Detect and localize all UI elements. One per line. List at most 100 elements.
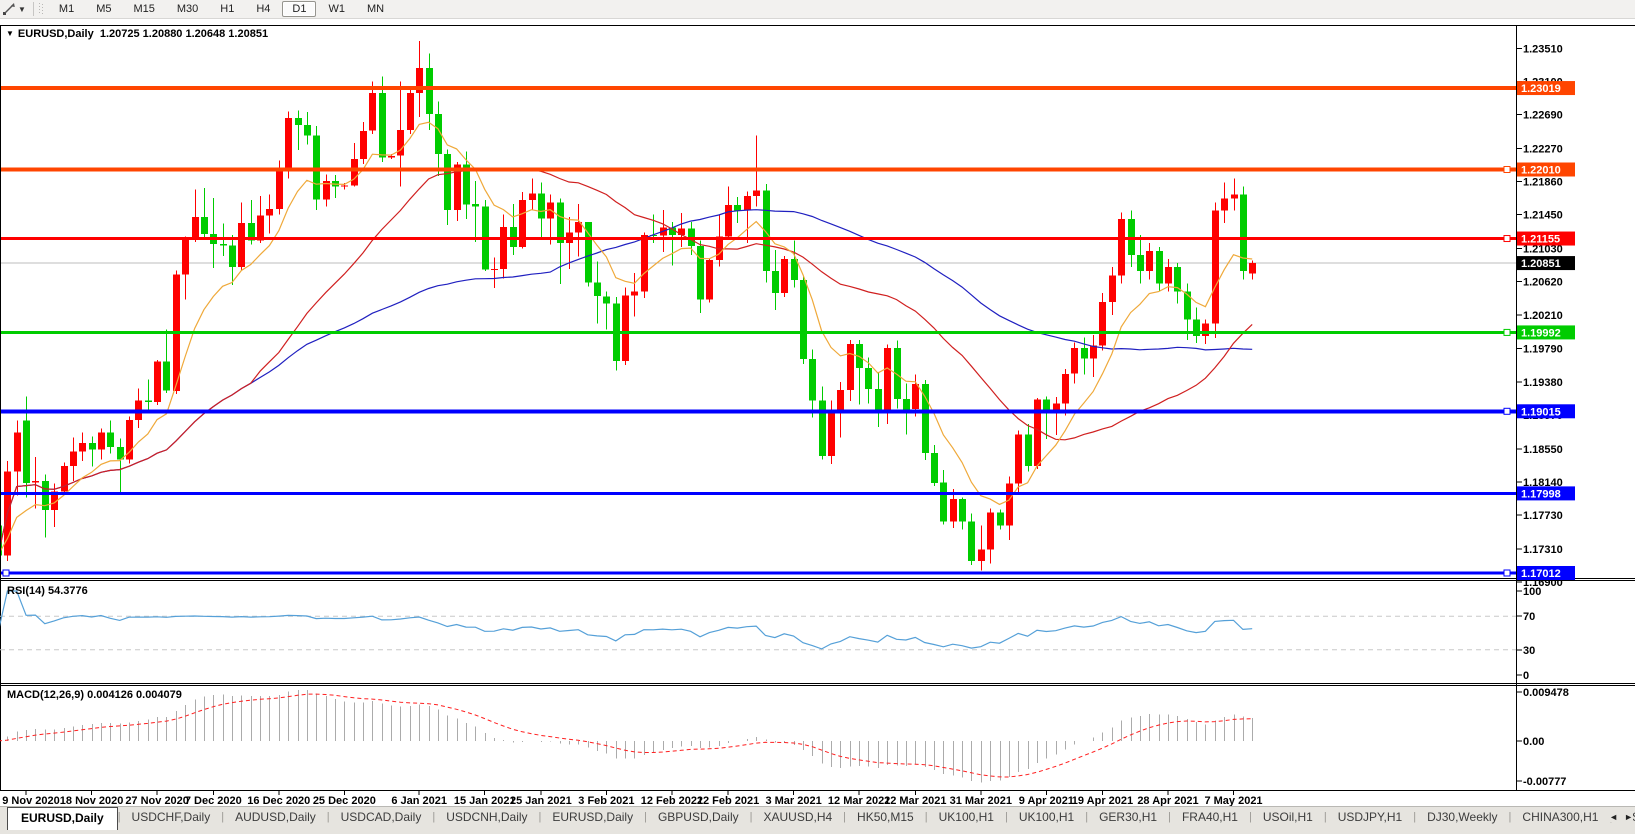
hline-price-label: 1.17998 — [1521, 488, 1561, 500]
chart-tab-CHINA300-H1[interactable]: CHINA300,H1 — [1511, 807, 1609, 828]
chart-tab-USDCAD-Daily[interactable]: USDCAD,Daily — [330, 807, 433, 828]
candle-body — [79, 443, 86, 452]
date-axis-label: 22 Mar 2021 — [884, 795, 946, 806]
chart-tab-UK100-H1[interactable]: UK100,H1 — [1008, 807, 1085, 828]
candle-body — [145, 400, 152, 402]
date-axis-label: 25 Jan 2021 — [510, 795, 572, 806]
candle-body — [379, 92, 386, 158]
candle-body — [1202, 323, 1209, 336]
hline-price-label: 1.23019 — [1521, 83, 1561, 95]
tab-scroll-left-icon[interactable]: ◄ — [1609, 812, 1618, 822]
mt4-terminal: ▼ M1M5M15M30H1H4D1W1MN 1.235101.231001.2… — [0, 0, 1635, 834]
candle-body — [1025, 434, 1032, 466]
chart-tab-EURUSD-Daily[interactable]: EURUSD,Daily — [541, 807, 644, 828]
candle-body — [1090, 345, 1097, 359]
candle-body — [781, 259, 788, 293]
chart-tab-DJ30-Weekly[interactable]: DJ30,Weekly — [1416, 807, 1508, 828]
chart-symbol-period: EURUSD,Daily — [17, 28, 94, 40]
date-axis-label: 3 Mar 2021 — [765, 795, 821, 806]
hline-handle[interactable] — [1503, 407, 1511, 415]
panel-borders — [0, 25, 1635, 791]
price-axis-label: 70 — [1523, 611, 1535, 623]
chart-tab-USDJPY-H1[interactable]: USDJPY,H1 — [1327, 807, 1413, 828]
tab-scroll-right-icon[interactable]: ► — [1624, 812, 1633, 822]
candle-body — [491, 268, 498, 270]
chart-tab-XAUUSD-H4[interactable]: XAUUSD,H4 — [752, 807, 843, 828]
timeframe-button-MN[interactable]: MN — [357, 1, 394, 17]
hline-price-label: 1.19015 — [1521, 406, 1561, 418]
candle-body — [631, 291, 638, 296]
candle-body — [1062, 373, 1069, 404]
candle-body — [182, 238, 189, 275]
chart-tab-FRA40-H1[interactable]: FRA40,H1 — [1171, 807, 1249, 828]
hline-handle[interactable] — [1503, 569, 1511, 577]
date-axis-label: 31 Mar 2021 — [950, 795, 1012, 806]
timeframe-button-M30[interactable]: M30 — [167, 1, 208, 17]
date-axis-label: 22 Feb 2021 — [697, 795, 759, 806]
candle-body — [1184, 291, 1191, 320]
candle-body — [32, 481, 39, 483]
toolbar-grip-handle[interactable] — [38, 3, 44, 15]
candle-body — [1146, 251, 1153, 272]
timeframe-button-H1[interactable]: H1 — [210, 1, 244, 17]
hline-handle[interactable] — [1503, 235, 1511, 243]
chart-tab-UK100-H1[interactable]: UK100,H1 — [928, 807, 1005, 828]
candle-body — [1249, 263, 1256, 274]
timeframe-button-D1[interactable]: D1 — [282, 1, 317, 17]
date-axis-label: 25 Dec 2020 — [313, 795, 376, 806]
price-axis-label: 0 — [1523, 670, 1529, 682]
date-axis-label: 3 Feb 2021 — [578, 795, 634, 806]
timeframe-button-W1[interactable]: W1 — [318, 1, 355, 17]
candle-body — [500, 226, 507, 269]
chart-tab-GER30-H1[interactable]: GER30,H1 — [1088, 807, 1168, 828]
candle-body — [978, 549, 985, 561]
timeframe-button-H4[interactable]: H4 — [246, 1, 280, 17]
date-axis-label: 12 Feb 2021 — [641, 795, 703, 806]
current-price-label: 1.20851 — [1521, 258, 1561, 270]
hline-price-label: 1.21155 — [1521, 234, 1560, 246]
chart-tab-AUDUSD-Daily[interactable]: AUDUSD,Daily — [224, 807, 327, 828]
chart-tab-USOil-H1[interactable]: USOil,H1 — [1252, 807, 1324, 828]
candle-body — [809, 359, 816, 401]
chart-tab-HK50-M15[interactable]: HK50,M15 — [846, 807, 925, 828]
chart-ohlc-values: 1.20725 1.20880 1.20648 1.20851 — [99, 28, 269, 40]
date-axis-label: 7 Dec 2020 — [185, 795, 242, 806]
hline-handle[interactable] — [1503, 166, 1511, 174]
line-studies-icon[interactable] — [0, 1, 18, 17]
candle-body — [912, 384, 919, 410]
chart-tab-EURUSD-Daily[interactable]: EURUSD,Daily — [7, 807, 118, 830]
candle-body — [529, 193, 536, 201]
candle-body — [154, 361, 161, 402]
chart-canvas[interactable]: 1.235101.231001.226901.222701.218601.214… — [0, 25, 1635, 806]
date-axis: 9 Nov 2020 18 Nov 2020 27 Nov 20207 Dec 20… — [2, 790, 1263, 806]
price-axis-label: 1.20620 — [1523, 277, 1563, 289]
macd-panel — [0, 689, 1253, 783]
chart-tab-USDCHF-Daily[interactable]: USDCHF,Daily — [121, 807, 222, 828]
hline-handle[interactable] — [1503, 328, 1511, 336]
chart-tab-USDCNH-Daily[interactable]: USDCNH,Daily — [435, 807, 538, 828]
timeframe-button-M5[interactable]: M5 — [86, 1, 121, 17]
candle-body — [744, 196, 751, 211]
price-axis-label: 100 — [1523, 586, 1541, 598]
candle-body — [987, 512, 994, 550]
price-axis-label: 1.17730 — [1523, 510, 1563, 522]
candle-body — [641, 234, 648, 292]
candle-body — [472, 204, 479, 207]
chart-dropdown-icon[interactable]: ▼ — [6, 29, 14, 38]
candle-body — [257, 215, 264, 241]
hline-price-label: 1.22010 — [1521, 165, 1561, 177]
price-axis-label: 1.19380 — [1523, 377, 1563, 389]
macd-indicator-label: MACD(12,26,9) 0.004126 0.004079 — [7, 689, 182, 701]
timeframe-button-M1[interactable]: M1 — [49, 1, 84, 17]
chart-tab-GBPUSD-Daily[interactable]: GBPUSD,Daily — [647, 807, 750, 828]
price-axis-label: 1.22690 — [1523, 110, 1563, 122]
price-axis-label: 0.009478 — [1523, 687, 1569, 699]
line-studies-dropdown-icon[interactable]: ▼ — [18, 5, 30, 14]
timeframe-button-M15[interactable]: M15 — [123, 1, 164, 17]
candle-body — [800, 280, 807, 360]
candle-body — [1109, 275, 1116, 302]
hline-handle[interactable] — [2, 569, 10, 577]
candle-body — [1156, 251, 1163, 284]
candle-body — [819, 400, 826, 457]
candle-body — [1128, 218, 1135, 256]
